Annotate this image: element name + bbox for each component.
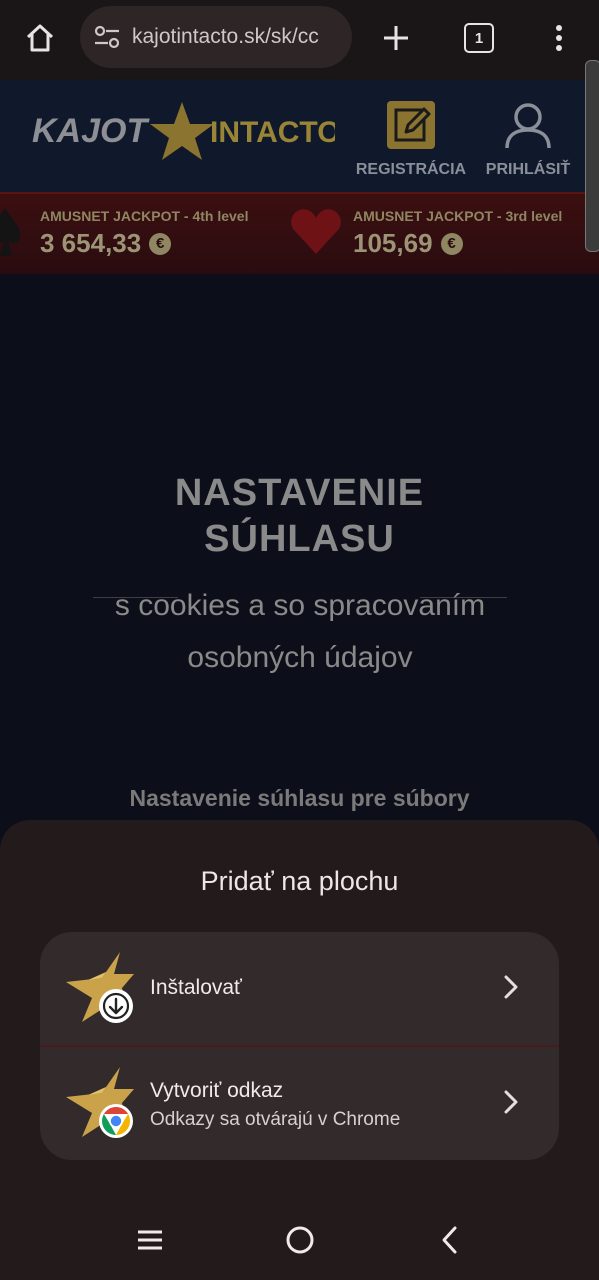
browser-toolbar: kajotintacto.sk/sk/cc 1 [0, 0, 599, 80]
app-star-chrome-icon [66, 1067, 134, 1138]
register-label: REGISTRÁCIA [355, 161, 467, 178]
add-to-home-sheet: Pridať na plochu Inštalovať Vytvoriť odk… [0, 820, 599, 1280]
edit-icon [387, 101, 435, 149]
options-card: Inštalovať Vytvoriť odkaz Odkazy sa otvá… [40, 932, 559, 1160]
new-tab-icon[interactable] [372, 16, 420, 60]
back-button[interactable] [420, 1218, 480, 1262]
heart-icon [291, 209, 341, 254]
consent-heading: Nastavenie súhlasu pre súbory [129, 785, 470, 811]
jackpot-value: 105,69 € [353, 228, 562, 259]
circle-home-icon [286, 1226, 314, 1254]
jackpot-label: AMUSNET JACKPOT - 3rd level [353, 208, 563, 224]
jackpot-label: AMUSNET JACKPOT - 4th level [40, 208, 249, 224]
site-header: KAJOT INTACTO REGISTRÁCIA PRIHLÁSIŤ [0, 80, 599, 192]
page-scrollbar[interactable] [585, 60, 599, 252]
create-shortcut-option[interactable]: Vytvoriť odkaz Odkazy sa otvárajú v Chro… [40, 1047, 559, 1160]
more-menu-icon[interactable] [535, 16, 583, 60]
jackpot-item: AMUSNET JACKPOT - 3rd level 105,69 € [353, 208, 562, 259]
install-option[interactable]: Inštalovať [40, 932, 559, 1045]
site-settings-icon[interactable] [92, 22, 122, 52]
spade-icon [0, 208, 20, 256]
tab-count: 1 [464, 23, 494, 53]
tab-switcher-button[interactable]: 1 [455, 16, 503, 60]
app-star-icon [66, 952, 134, 1023]
jackpot-item: AMUSNET JACKPOT - 4th level 3 654,33 € [40, 208, 248, 259]
recents-button[interactable] [120, 1218, 180, 1262]
login-button[interactable]: PRIHLÁSIŤ [482, 100, 574, 179]
login-label: PRIHLÁSIŤ [485, 161, 571, 178]
url-text: kajotintacto.sk/sk/cc [132, 25, 319, 48]
jackpot-ticker: AMUSNET JACKPOT - 4th level 3 654,33 € AM… [0, 192, 599, 274]
create-shortcut-label: Vytvoriť odkaz [150, 1079, 284, 1102]
consent-title: NASTAVENIE SÚHLASU [174, 472, 425, 560]
chevron-right-icon [504, 1090, 518, 1114]
home-icon[interactable] [16, 16, 64, 60]
consent-subtitle: s cookies a so spracovaním osobných údaj… [114, 589, 486, 674]
home-nav-button[interactable] [270, 1218, 330, 1262]
svg-text:INTACTO: INTACTO [210, 116, 335, 149]
system-nav-bar [0, 1200, 599, 1280]
site-logo[interactable]: KAJOT INTACTO [30, 98, 341, 160]
create-shortcut-subtitle: Odkazy sa otvárajú v Chrome [150, 1109, 401, 1130]
install-label: Inštalovať [150, 976, 242, 999]
user-icon [505, 103, 551, 149]
euro-icon: € [440, 232, 463, 255]
back-icon [442, 1226, 457, 1254]
sheet-title: Pridať na plochu [200, 866, 399, 896]
jackpot-value: 3 654,33 € [40, 228, 248, 259]
register-button[interactable]: REGISTRÁCIA [355, 100, 467, 179]
euro-icon: € [149, 232, 172, 255]
address-bar[interactable]: kajotintacto.sk/sk/cc [80, 6, 352, 68]
menu-icon [138, 1230, 162, 1250]
chevron-right-icon [504, 975, 518, 999]
svg-text:KAJOT: KAJOT [32, 112, 150, 150]
